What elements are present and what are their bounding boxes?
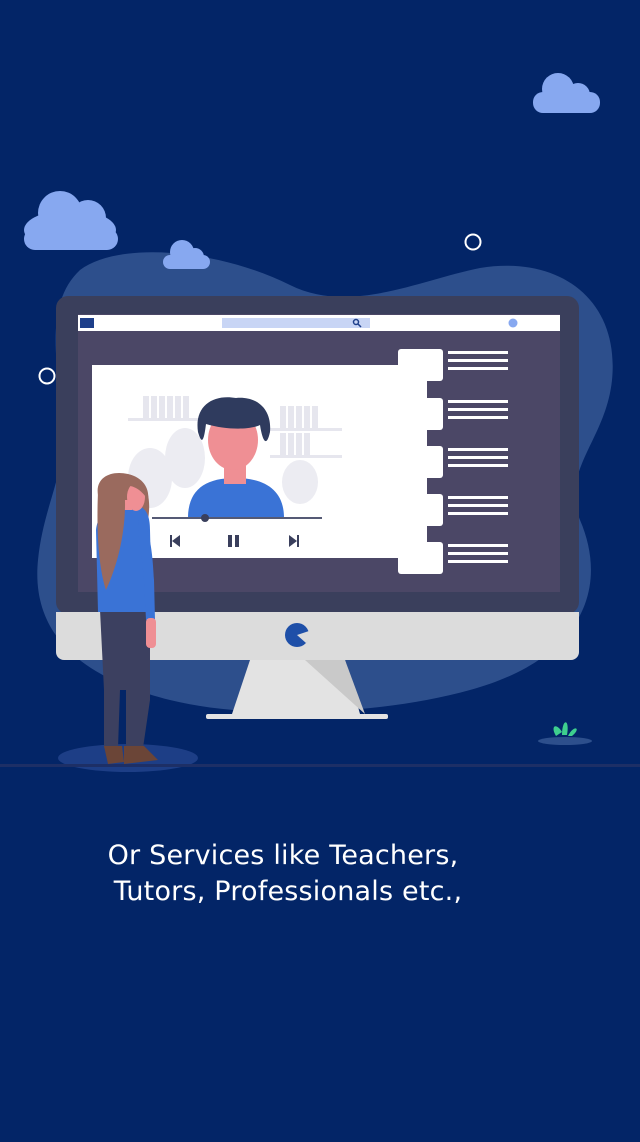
onboarding-caption: Or Services like Teachers, Tutors, Profe… [0, 838, 640, 910]
cloud-top-right [533, 73, 600, 113]
caption-line-2: Tutors, Professionals etc., [113, 876, 463, 907]
cloud-large-left [24, 191, 118, 250]
onboarding-screen: Or Services like Teachers, Tutors, Profe… [0, 0, 640, 1142]
ground-line [0, 764, 640, 767]
address-bar [222, 318, 370, 328]
ring-decoration-left [38, 367, 56, 385]
video-progress-track [152, 517, 322, 519]
browser-tab-icon [80, 318, 94, 328]
ring-decoration-right [464, 233, 482, 251]
video-plant-right [282, 460, 318, 504]
video-progress-handle [201, 514, 209, 522]
browser-profile-dot [508, 318, 518, 328]
caption-line-1: Or Services like Teachers, [107, 840, 459, 871]
ground-plant-icon [538, 722, 592, 745]
video-learning-illustration [24, 73, 613, 772]
